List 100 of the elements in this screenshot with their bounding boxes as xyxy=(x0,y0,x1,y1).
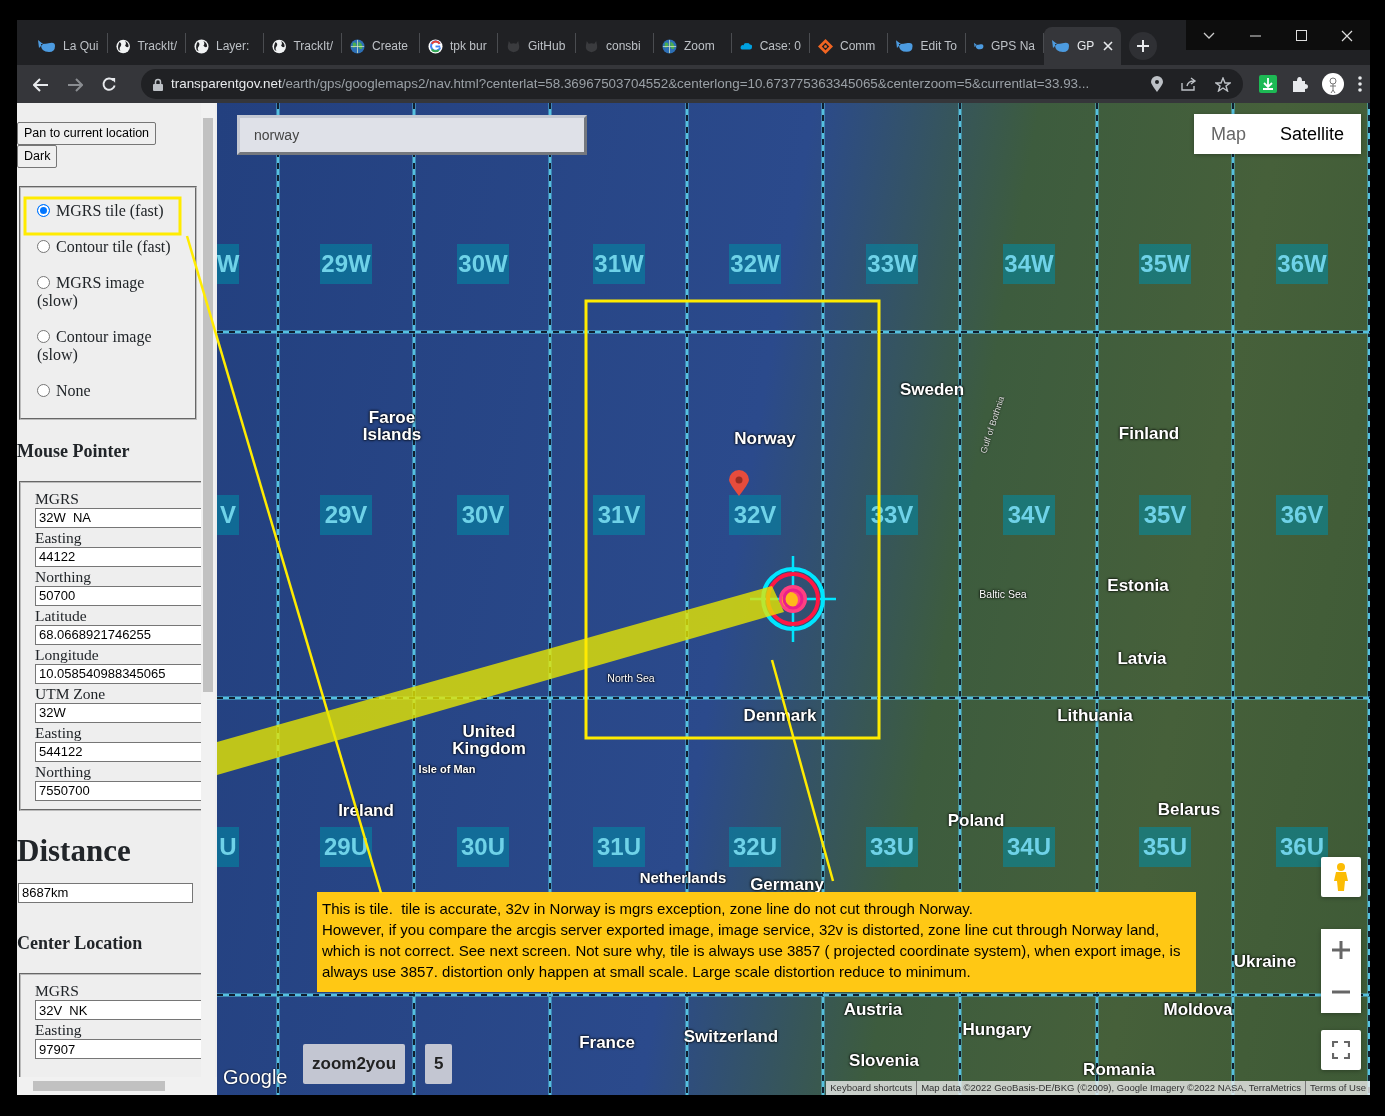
place-label: Belarus xyxy=(1157,800,1221,818)
location-pin-icon[interactable] xyxy=(1151,76,1163,92)
place-label: Moldova xyxy=(1163,1000,1233,1018)
browser-tab[interactable]: TrackIt/ xyxy=(264,27,341,65)
field-label: Longitude xyxy=(35,644,100,664)
input-field[interactable]: 68.0668921746255 xyxy=(35,624,202,645)
browser-tab[interactable]: Case: 0 xyxy=(732,27,809,65)
place-label: Germany xyxy=(750,875,824,893)
diamond-icon xyxy=(818,38,833,54)
browser-tab[interactable]: GitHub xyxy=(498,27,575,65)
place-label: Switzerland xyxy=(683,1027,779,1045)
zoom-level-button[interactable]: 5 xyxy=(425,1044,453,1084)
fullscreen-button[interactable] xyxy=(1321,1030,1361,1070)
browser-tab[interactable]: TrackIt/ xyxy=(108,27,185,65)
browser-tab[interactable]: Zoom xyxy=(654,27,731,65)
radio-button[interactable] xyxy=(37,329,50,343)
input-field[interactable]: 544122 xyxy=(35,741,202,762)
radio-button[interactable] xyxy=(37,203,50,217)
close-icon[interactable] xyxy=(1103,41,1113,51)
globe-icon xyxy=(350,38,365,54)
zone-label: 29W xyxy=(320,244,372,284)
reload-icon xyxy=(101,77,117,93)
zone-label: 33W xyxy=(866,244,918,284)
browser-tab[interactable]: Layer: xyxy=(186,27,263,65)
browser-tab[interactable]: La Qui xyxy=(30,27,107,65)
place-label: Gulf of Bothnia xyxy=(977,394,1008,456)
input-field[interactable]: 32W xyxy=(35,702,202,723)
field-label: Easting xyxy=(35,722,83,742)
zoom-to-me-button[interactable]: zoom2you xyxy=(303,1044,406,1084)
zone-label: W xyxy=(217,244,239,284)
input-field[interactable]: 50700 xyxy=(35,585,202,606)
input-field[interactable]: 44122 xyxy=(35,546,202,567)
field-label: Easting xyxy=(35,527,83,547)
zone-label: 33U xyxy=(866,827,918,867)
pan-button[interactable]: Pan to current location xyxy=(17,122,157,145)
zoom-out-button[interactable] xyxy=(1321,971,1361,1013)
zone-label: 34U xyxy=(1003,827,1055,867)
input-field[interactable]: 7550700 xyxy=(35,780,202,801)
menu-icon[interactable] xyxy=(1358,76,1362,92)
map-type-button[interactable]: Satellite xyxy=(1262,114,1361,154)
place-label: Lithuania xyxy=(1057,706,1133,724)
radio-option[interactable]: Contour image (slow) xyxy=(25,327,185,364)
puzzle-icon[interactable] xyxy=(1291,75,1308,93)
new-tab-button[interactable] xyxy=(1129,32,1157,60)
place-label: Latvia xyxy=(1117,649,1167,667)
map-logo: Google xyxy=(223,1065,288,1090)
radio-option[interactable]: Contour tile (fast) xyxy=(25,237,185,256)
input-field[interactable]: 10.058540988345065 xyxy=(35,663,202,684)
zone-label: 32V xyxy=(729,495,781,535)
input-field[interactable]: 97907 xyxy=(35,1039,202,1059)
radio-option[interactable]: None xyxy=(25,381,185,400)
address-bar[interactable]: transparentgov.net/earth/gps/googlemaps2/nav.html?centerlat=58.36967503704552&centerlong=10.673775363345065&centerzoom=5&currentlat=33.93... xyxy=(141,69,1243,99)
browser-tab[interactable]: GPS Na xyxy=(966,27,1043,65)
globe-icon xyxy=(662,38,677,54)
zone-label: 34W xyxy=(1003,244,1055,284)
place-label: Hungary xyxy=(962,1020,1032,1038)
browser-tab[interactable]: Comm xyxy=(810,27,887,65)
input-field[interactable]: 32W NA xyxy=(35,507,202,528)
browser-tab[interactable]: Edit To xyxy=(888,27,965,65)
map-type-button[interactable]: Map xyxy=(1193,114,1263,154)
attribution-text: Map data ©2022 GeoBasis-DE/BKG (©2009), Google Imagery ©2022 NASA, TerraMetrics xyxy=(916,1081,1302,1095)
place-label: Romania xyxy=(1083,1060,1155,1078)
scroll-thumb[interactable] xyxy=(203,118,213,692)
radio-option[interactable]: MGRS tile (fast) xyxy=(25,201,185,220)
radio-option[interactable]: MGRS image (slow) xyxy=(25,273,185,310)
input-field[interactable]: 32V NK xyxy=(35,1000,202,1020)
forward-arrow-icon xyxy=(67,77,83,92)
zone-label: 35V xyxy=(1139,495,1191,535)
download-icon[interactable] xyxy=(1259,75,1277,93)
section-heading: Distance xyxy=(17,831,132,870)
share-icon[interactable] xyxy=(1181,77,1197,91)
browser-tab[interactable]: consbi xyxy=(576,27,653,65)
minus-icon xyxy=(1332,990,1350,994)
note-text: This is tile. tile is accurate, 32v in Norway is mgrs exception, zone line do not cut through Norway. xyxy=(322,899,974,919)
field-label: Latitude xyxy=(35,605,88,625)
place-label: North Sea xyxy=(607,670,655,686)
radio-button[interactable] xyxy=(37,239,50,253)
input-field[interactable]: 8687km xyxy=(18,882,193,903)
plus-icon xyxy=(1332,941,1350,959)
place-label: United Kingdom xyxy=(451,723,527,757)
attribution-link[interactable]: Keyboard shortcuts xyxy=(830,1081,913,1095)
g-logo-icon xyxy=(428,38,443,54)
browser-tab[interactable]: GP xyxy=(1044,27,1121,65)
star-icon[interactable] xyxy=(1215,76,1231,92)
back-arrow-icon xyxy=(33,77,49,92)
radio-button[interactable] xyxy=(37,383,50,397)
place-label: France xyxy=(579,1033,635,1051)
satellite-map-placeholder[interactable] xyxy=(217,103,1370,1095)
browser-tab[interactable]: Create xyxy=(342,27,419,65)
browser-tab[interactable]: tpk bur xyxy=(420,27,497,65)
attribution-link[interactable]: Terms of Use xyxy=(1305,1081,1366,1095)
plus-icon xyxy=(1137,40,1149,52)
search-field[interactable]: norway xyxy=(237,115,587,155)
radio-button[interactable] xyxy=(37,275,50,289)
dark-mode-button[interactable]: Dark xyxy=(17,144,58,168)
person-icon xyxy=(1333,862,1349,892)
field-label: MGRS xyxy=(35,488,80,508)
profile-avatar-icon[interactable] xyxy=(1322,73,1344,95)
zoom-in-button[interactable] xyxy=(1321,929,1361,971)
scroll-thumb[interactable] xyxy=(33,1081,165,1091)
